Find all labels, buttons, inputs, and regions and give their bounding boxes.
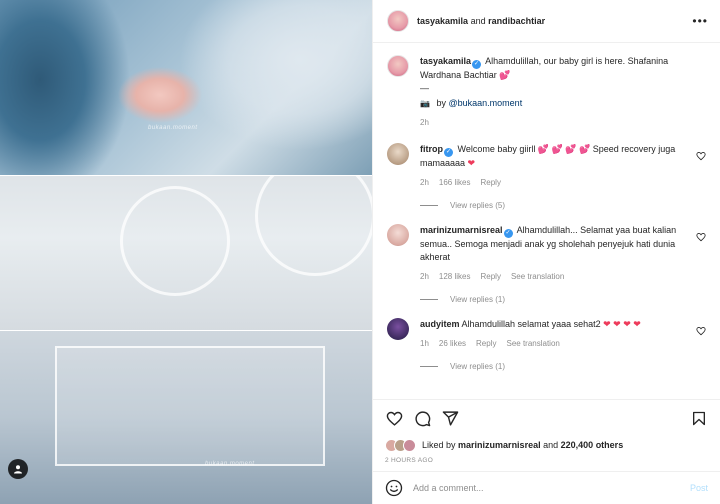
heart-icon[interactable] bbox=[385, 410, 403, 428]
post-comment-button[interactable]: Post bbox=[690, 483, 708, 493]
comment-text: Alhamdulillah selamat yaaa sehat2 bbox=[461, 319, 601, 329]
comment-icon[interactable] bbox=[413, 410, 431, 428]
collaborator-username[interactable]: randibachtiar bbox=[488, 16, 545, 26]
view-replies-button[interactable]: View replies (5) bbox=[420, 201, 706, 210]
post-authors: tasyakamila and randibachtiar bbox=[417, 16, 692, 26]
verified-icon: ✓ bbox=[503, 229, 513, 238]
liked-by-others[interactable]: 220,400 others bbox=[561, 440, 624, 450]
avatar[interactable] bbox=[387, 224, 409, 246]
replies-line bbox=[420, 366, 438, 367]
post-media[interactable]: bukaan.moment bukaan.moment bbox=[0, 0, 372, 504]
comments-scroll[interactable]: tasyakamila ✓ Alhamdulillah, our baby gir… bbox=[373, 43, 720, 399]
media-watermark: bukaan.moment bbox=[205, 461, 255, 467]
view-replies-label[interactable]: View replies (5) bbox=[450, 201, 505, 210]
replies-line bbox=[420, 299, 438, 300]
post-header: tasyakamila and randibachtiar ••• bbox=[373, 0, 720, 43]
reply-button[interactable]: Reply bbox=[480, 270, 500, 283]
avatar bbox=[403, 438, 416, 452]
credit-prefix: by bbox=[436, 98, 446, 108]
heart-icon[interactable] bbox=[696, 232, 706, 242]
heart-icon[interactable] bbox=[696, 151, 706, 161]
verified-icon: ✓ bbox=[472, 60, 482, 69]
avatar[interactable] bbox=[387, 143, 409, 165]
caption-emoji: 💕 bbox=[499, 70, 511, 80]
comment-likes[interactable]: 26 likes bbox=[439, 337, 466, 350]
reply-button[interactable]: Reply bbox=[480, 176, 500, 189]
comment-body: marinizumarnisreal ✓ Alhamdulillah... Sel… bbox=[420, 224, 706, 283]
post-actions bbox=[373, 399, 720, 437]
comment-meta: 2h 166 likes Reply bbox=[420, 176, 684, 189]
photo-newborn-delivery: bukaan.moment bbox=[0, 0, 372, 176]
post-timestamp[interactable]: 2 HOURS AGO bbox=[373, 453, 720, 471]
avatar[interactable] bbox=[387, 318, 409, 340]
comment-likes[interactable]: 166 likes bbox=[439, 176, 471, 189]
view-replies-button[interactable]: View replies (1) bbox=[420, 295, 706, 304]
comment-time: 2h bbox=[420, 272, 429, 281]
comment-username[interactable]: marinizumarnisreal bbox=[420, 225, 503, 235]
caption-separator: — bbox=[420, 83, 429, 93]
see-translation-button[interactable]: See translation bbox=[506, 337, 559, 350]
liked-by-user[interactable]: marinizumarnisreal bbox=[458, 440, 541, 450]
tag-user-icon[interactable] bbox=[8, 459, 28, 479]
replies-line bbox=[420, 205, 438, 206]
share-icon[interactable] bbox=[441, 410, 459, 428]
view-replies-label[interactable]: View replies (1) bbox=[450, 362, 505, 371]
comment-body: audyitem Alhamdulillah selamat yaaa seha… bbox=[420, 318, 706, 350]
photo-newborn-incubator bbox=[0, 176, 372, 331]
comment-time: 2h bbox=[420, 178, 429, 187]
camera-icon: 📷 bbox=[420, 99, 430, 108]
and-text: and bbox=[470, 16, 486, 26]
liked-by: Liked by marinizumarnisreal and 220,400 … bbox=[373, 437, 720, 453]
liked-by-text: Liked by marinizumarnisreal and 220,400 … bbox=[422, 440, 623, 450]
add-comment-bar: Post bbox=[373, 471, 720, 504]
liked-by-and: and bbox=[543, 440, 559, 450]
incubator-porthole bbox=[255, 176, 372, 276]
comment-meta: 1h 26 likes Reply See translation bbox=[420, 337, 684, 350]
comment-emoji-2: ❤ bbox=[467, 158, 476, 168]
heart-icon[interactable] bbox=[696, 326, 706, 336]
photo-incubator-wide: bukaan.moment bbox=[0, 331, 372, 504]
liked-by-prefix: Liked by bbox=[422, 440, 456, 450]
reply-button[interactable]: Reply bbox=[476, 337, 496, 350]
comment-body: fitrop ✓ Welcome baby giirll 💕 💕 💕 💕 Spee… bbox=[420, 143, 706, 189]
more-icon[interactable]: ••• bbox=[692, 14, 708, 28]
caption-body: tasyakamila ✓ Alhamdulillah, our baby gir… bbox=[420, 55, 706, 129]
emoji-icon[interactable] bbox=[385, 479, 403, 497]
caption-time: 2h bbox=[420, 118, 429, 127]
see-translation-button[interactable]: See translation bbox=[511, 270, 564, 283]
add-comment-input[interactable] bbox=[413, 483, 690, 493]
credit-handle-link[interactable]: @bukaan.moment bbox=[449, 98, 523, 108]
comment-username[interactable]: fitrop bbox=[420, 144, 443, 154]
save-icon[interactable] bbox=[690, 410, 708, 428]
comment: marinizumarnisreal ✓ Alhamdulillah... Sel… bbox=[387, 224, 706, 283]
comment: audyitem Alhamdulillah selamat yaaa seha… bbox=[387, 318, 706, 350]
view-replies-label[interactable]: View replies (1) bbox=[450, 295, 505, 304]
comment-time: 1h bbox=[420, 339, 429, 348]
caption: tasyakamila ✓ Alhamdulillah, our baby gir… bbox=[387, 55, 706, 129]
comment-text: Welcome baby giirll bbox=[457, 144, 536, 154]
caption-username[interactable]: tasyakamila bbox=[420, 56, 471, 66]
comment-meta: 2h 128 likes Reply See translation bbox=[420, 270, 684, 283]
author-username[interactable]: tasyakamila bbox=[417, 16, 468, 26]
comment-emoji: 💕 💕 💕 💕 bbox=[537, 144, 591, 154]
caption-meta: 2h bbox=[420, 116, 684, 129]
comment-emoji: ❤ ❤ ❤ ❤ bbox=[603, 319, 641, 329]
avatar[interactable] bbox=[387, 55, 409, 77]
comment-username[interactable]: audyitem bbox=[420, 319, 460, 329]
incubator-porthole bbox=[120, 186, 230, 296]
comment-likes[interactable]: 128 likes bbox=[439, 270, 471, 283]
avatar[interactable] bbox=[387, 10, 409, 32]
view-replies-button[interactable]: View replies (1) bbox=[420, 362, 706, 371]
post-side-panel: tasyakamila and randibachtiar ••• tasyak… bbox=[372, 0, 720, 504]
caption-credit: 📷 by @bukaan.moment bbox=[420, 97, 684, 110]
comment: fitrop ✓ Welcome baby giirll 💕 💕 💕 💕 Spee… bbox=[387, 143, 706, 189]
post-dialog: bukaan.moment bukaan.moment tasyakamila … bbox=[0, 0, 720, 504]
incubator-box bbox=[55, 346, 325, 466]
media-watermark: bukaan.moment bbox=[148, 125, 198, 131]
verified-icon: ✓ bbox=[444, 148, 453, 157]
liker-avatars[interactable] bbox=[385, 438, 416, 452]
